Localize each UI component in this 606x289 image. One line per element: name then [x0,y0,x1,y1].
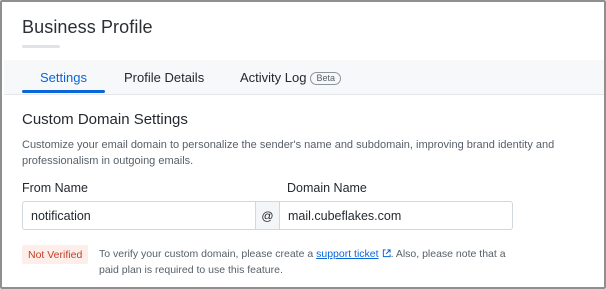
business-profile-panel: Business Profile Settings Profile Detail… [0,0,606,289]
tab-profile-details-label: Profile Details [124,70,205,85]
support-ticket-link-text: support ticket [316,248,379,260]
support-ticket-link[interactable]: support ticket [316,248,378,260]
section-title: Custom Domain Settings [22,111,188,128]
verification-notice: To verify your custom domain, please cre… [99,246,509,278]
at-symbol: @ [256,202,280,229]
page-title: Business Profile [22,17,153,37]
tab-activity-log-label: Activity Log [240,70,307,85]
title-underline [22,45,60,48]
email-domain-input-group: @ [22,201,513,230]
domain-name-label: Domain Name [287,181,367,195]
tab-activity-log[interactable]: Activity Log Beta [240,60,341,95]
notice-prefix: To verify your custom domain, please cre… [99,248,317,260]
from-name-input[interactable] [23,202,256,229]
tab-settings-label: Settings [40,70,87,85]
domain-name-input[interactable] [280,202,512,229]
beta-badge: Beta [310,72,341,85]
section-description: Customize your email domain to personali… [22,139,555,167]
from-name-label: From Name [22,181,88,195]
status-badge: Not Verified [22,245,89,264]
external-link-icon[interactable] [382,247,391,258]
active-tab-indicator [22,90,105,93]
tab-profile-details[interactable]: Profile Details [124,60,204,95]
